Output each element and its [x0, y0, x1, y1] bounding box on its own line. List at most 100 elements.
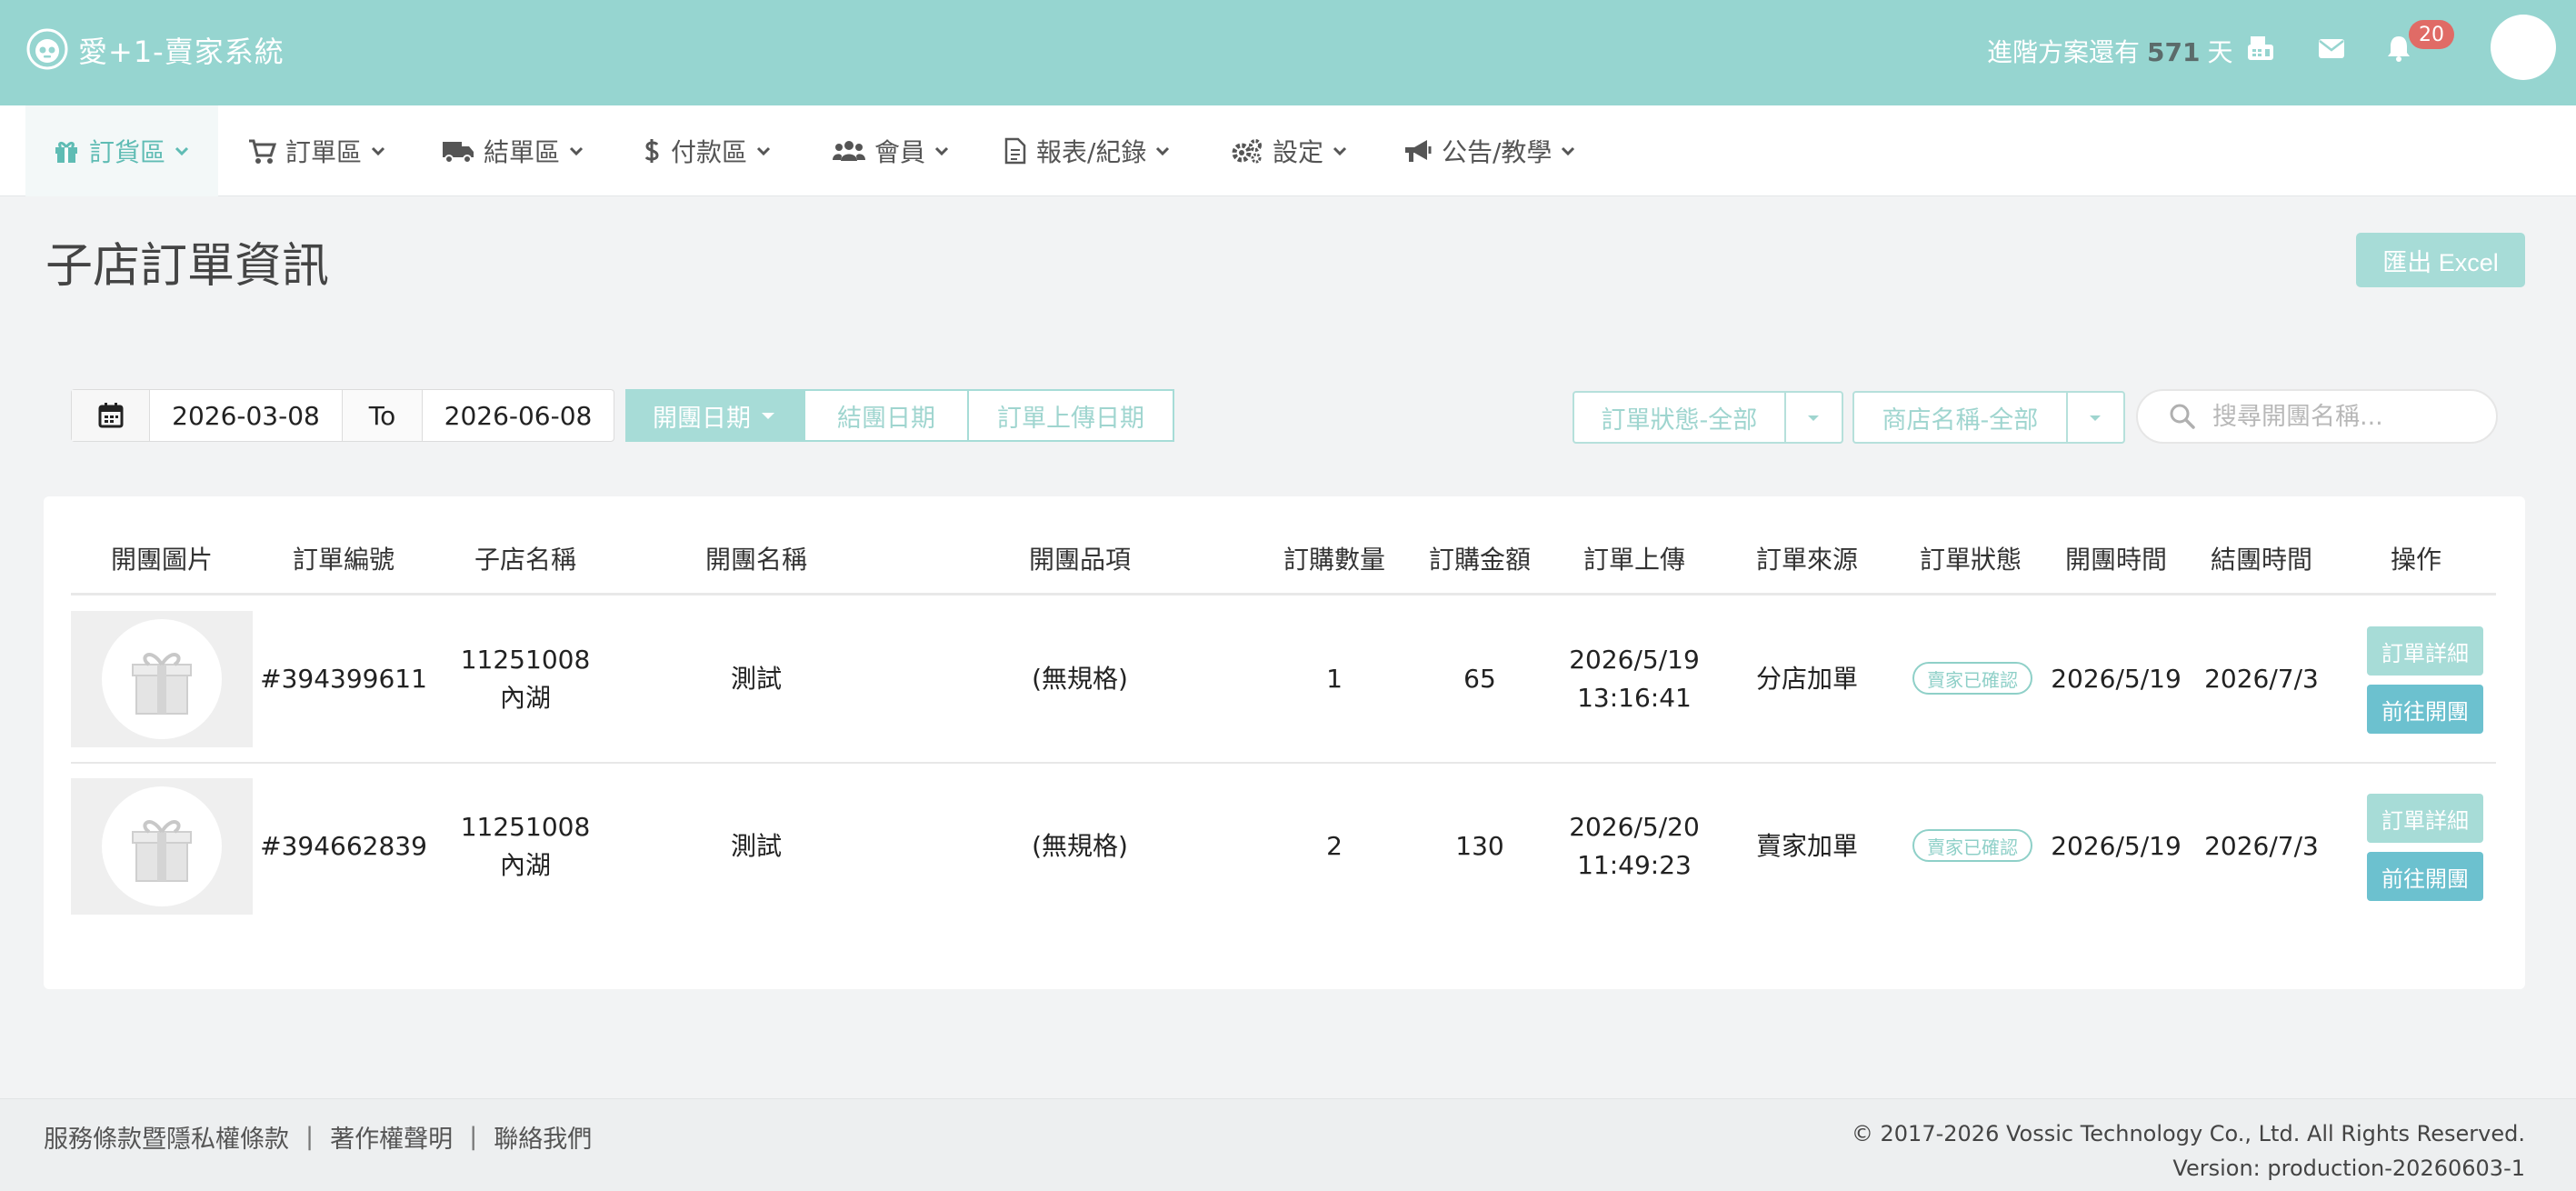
caret-down-icon: [2090, 415, 2102, 421]
mail-icon[interactable]: [2316, 33, 2347, 64]
contact-link[interactable]: 聯絡我們: [494, 1119, 592, 1155]
column-header: 訂單編號: [292, 545, 395, 575]
nav-settings[interactable]: 設定: [1231, 105, 1349, 196]
nav-label: 結單區: [484, 137, 561, 167]
order-id: #394399611: [260, 664, 427, 694]
truck-icon: [443, 142, 474, 164]
date-type-close[interactable]: 結團日期: [805, 389, 969, 442]
group-name: 測試: [730, 664, 783, 694]
nav-order-goods[interactable]: 訂貨區: [25, 105, 219, 196]
nav-announcements[interactable]: 公告/教學: [1403, 105, 1577, 196]
chevron-down-icon: [756, 146, 771, 156]
footer: 服務條款暨隱私權條款 | 著作權聲明 | 聯絡我們 © 2017-2026 Vo…: [0, 1098, 2576, 1191]
go-to-group-button[interactable]: 前往開團: [2367, 852, 2483, 901]
version-text: Version: production-20260603-1: [2172, 1156, 2525, 1181]
footer-links: 服務條款暨隱私權條款 | 著作權聲明 | 聯絡我們: [44, 1119, 592, 1155]
start-date-input[interactable]: 2026-03-08: [150, 390, 343, 441]
column-header: 子店名稱: [474, 545, 577, 575]
plan-days: 571: [2147, 37, 2201, 67]
product-image[interactable]: [71, 611, 253, 747]
column-header: 訂單狀態: [1919, 545, 2022, 575]
chevron-down-icon: [1562, 146, 1575, 156]
copyright-notice-link[interactable]: 著作權聲明: [330, 1119, 453, 1155]
store-name: 內湖: [499, 683, 552, 713]
column-header: 結團時間: [2210, 545, 2313, 575]
separator: |: [469, 1123, 478, 1151]
nav-closing[interactable]: 結單區: [442, 105, 585, 196]
store-code: 11251008: [460, 812, 591, 842]
column-header: 開團品項: [1028, 545, 1132, 575]
chevron-down-icon: [934, 146, 949, 156]
calendar-button[interactable]: [72, 390, 150, 441]
column-header: 操作: [2390, 545, 2442, 575]
order-detail-button[interactable]: 訂單詳細: [2367, 794, 2483, 843]
avatar[interactable]: [2491, 15, 2556, 80]
column-header: 訂單上傳: [1583, 545, 1686, 575]
gift-icon: [55, 141, 77, 163]
calendar-icon: [98, 403, 123, 428]
nav-label: 公告/教學: [1442, 137, 1553, 167]
nav-payment[interactable]: 付款區: [642, 105, 773, 196]
close-time: 2026/7/3: [2204, 664, 2319, 694]
column-header: 開團時間: [2064, 545, 2168, 575]
order-status-caret[interactable]: [1786, 393, 1842, 442]
fax-icon[interactable]: [2245, 33, 2276, 64]
main-nav: 訂貨區 訂單區 結單區 付款區 會員 報表/紀錄 設定 公告/教學: [0, 105, 2576, 196]
image-frame: [102, 786, 222, 906]
order-status-value: 訂單狀態-全部: [1574, 393, 1786, 442]
nav-reports[interactable]: 報表/紀錄: [1003, 105, 1172, 196]
brand-name[interactable]: 愛+1-賣家系統: [78, 29, 285, 71]
nav-label: 付款區: [671, 137, 748, 167]
upload-date: 2026/5/19: [1569, 645, 1700, 675]
product-image[interactable]: [71, 778, 253, 915]
quantity: 1: [1326, 664, 1343, 694]
top-bar: 愛+1-賣家系統 進階方案還有 571 天 20: [0, 0, 2576, 105]
date-type-label: 開團日期: [653, 404, 751, 433]
logo-icon[interactable]: [25, 27, 69, 71]
chevron-down-icon: [371, 146, 385, 156]
date-type-toggle: 開團日期 結團日期 訂單上傳日期: [625, 389, 1174, 442]
table-header-divider: [71, 593, 2496, 596]
go-to-group-button[interactable]: 前往開團: [2367, 685, 2483, 734]
column-header: 訂購數量: [1283, 545, 1386, 575]
status-badge: 賣家已確認: [1912, 829, 2032, 862]
date-type-upload[interactable]: 訂單上傳日期: [969, 389, 1174, 442]
upload-time: 11:49:23: [1577, 850, 1692, 880]
chevron-down-icon: [1333, 146, 1347, 156]
order-source: 分店加單: [1755, 664, 1859, 694]
order-detail-button[interactable]: 訂單詳細: [2367, 626, 2483, 676]
notification-badge: 20: [2409, 20, 2454, 49]
search-icon: [2170, 404, 2195, 429]
date-type-open[interactable]: 開團日期: [625, 389, 805, 442]
item-spec: (無規格): [1032, 664, 1128, 694]
nav-label: 報表/紀錄: [1036, 137, 1147, 167]
column-header: 開團名稱: [704, 545, 808, 575]
end-date-input[interactable]: 2026-06-08: [423, 390, 614, 441]
plan-prefix: 進階方案還有: [1987, 37, 2141, 67]
nav-orders[interactable]: 訂單區: [247, 105, 387, 196]
dollar-icon: [644, 139, 659, 163]
nav-label: 會員: [874, 137, 926, 167]
date-range-picker: 2026-03-08 To 2026-06-08: [71, 389, 614, 442]
store-name-caret[interactable]: [2068, 393, 2123, 442]
order-status-select[interactable]: 訂單狀態-全部: [1573, 391, 1843, 444]
order-source: 賣家加單: [1755, 831, 1859, 861]
chevron-down-icon: [1156, 146, 1170, 156]
document-icon: [1004, 137, 1026, 165]
status-badge: 賣家已確認: [1912, 662, 2032, 695]
plan-suffix: 天: [2207, 37, 2233, 67]
image-frame: [102, 619, 222, 739]
item-spec: (無規格): [1032, 831, 1128, 861]
date-to-label: To: [343, 390, 423, 441]
open-time: 2026/5/19: [2051, 831, 2182, 861]
open-time: 2026/5/19: [2051, 664, 2182, 694]
upload-date: 2026/5/20: [1569, 812, 1700, 842]
page-title: 子店訂單資訊: [45, 239, 330, 294]
amount: 130: [1455, 831, 1504, 861]
nav-label: 設定: [1273, 137, 1324, 167]
search-input[interactable]: [2212, 402, 2485, 431]
store-name-select[interactable]: 商店名稱-全部: [1852, 391, 2125, 444]
nav-members[interactable]: 會員: [833, 105, 951, 196]
terms-link[interactable]: 服務條款暨隱私權條款: [44, 1119, 289, 1155]
export-excel-button[interactable]: 匯出 Excel: [2356, 233, 2525, 287]
